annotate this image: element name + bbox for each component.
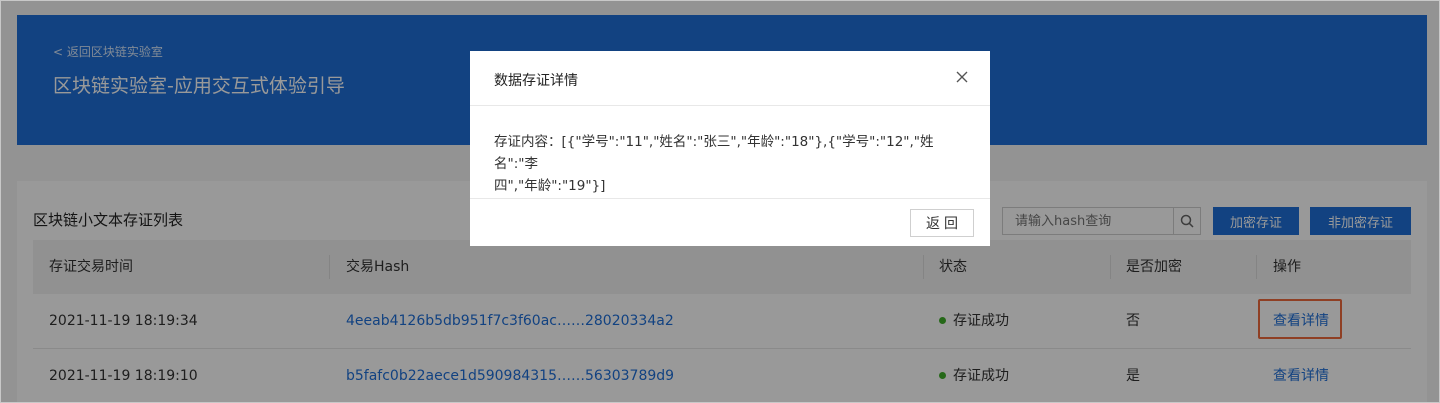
- modal-content: 存证内容：[{"学号":"11","姓名":"张三","年龄":"18"},{"…: [494, 131, 969, 197]
- close-icon: [956, 71, 968, 83]
- return-button[interactable]: 返回: [910, 209, 974, 237]
- modal-close-button[interactable]: [954, 69, 970, 85]
- modal-header: 数据存证详情: [470, 51, 990, 106]
- app-frame: < 返回区块链实验室 区块链实验室-应用交互式体验引导 区块链小文本存证列表 加…: [0, 0, 1440, 403]
- modal-title: 数据存证详情: [494, 73, 578, 89]
- modal-content-line: 四","年龄":"19"}]: [494, 178, 606, 194]
- modal-content-line: 存证内容：[{"学号":"11","姓名":"张三","年龄":"18"},{"…: [494, 134, 934, 172]
- modal-footer: 返回: [470, 198, 990, 246]
- detail-modal: 数据存证详情 存证内容：[{"学号":"11","姓名":"张三","年龄":"…: [470, 51, 990, 246]
